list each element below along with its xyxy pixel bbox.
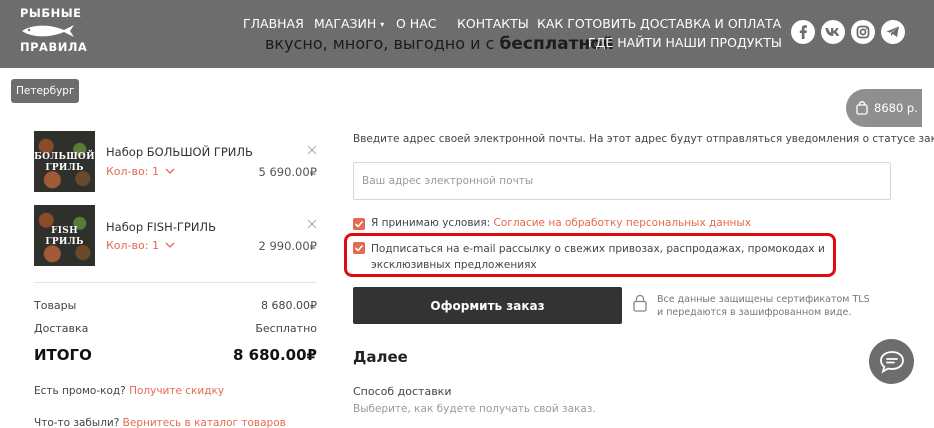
tls-note: Все данные защищены сертификатом TLS и п… [657,293,870,319]
telegram-icon[interactable] [881,20,905,44]
terms-checkbox[interactable] [353,218,365,230]
next-section-title: Далее [353,348,408,366]
banner-text-before: вкусно, много, выгодно и с [265,34,500,53]
cart-item-name[interactable]: Набор БОЛЬШОЙ ГРИЛЬ [106,145,253,159]
delivery-value: Бесплатно [255,322,317,335]
chat-button[interactable] [869,339,914,384]
tls-line-1: Все данные защищены сертификатом TLS [657,294,870,305]
close-icon[interactable] [307,145,317,155]
logo-line2: ПРАВИЛА [20,40,88,54]
site-header: РЫБНЫЕ ПРАВИЛА вкусно, много, выгодно и … [0,0,934,68]
terms-text: Я принимаю условия: Согласие на обработк… [371,217,751,229]
nav-item-how-to-cook[interactable]: КАК ГОТОВИТЬ [537,16,636,31]
nav-item-delivery[interactable]: ДОСТАВКА И ОПЛАТА [640,16,781,31]
delivery-label: Доставка [34,322,89,335]
nav-item-where-to-find[interactable]: ГДЕ НАЙТИ НАШИ ПРОДУКТЫ [588,35,782,50]
email-note: Введите адрес своей электронной почты. Н… [353,133,934,145]
cart-item-qty[interactable]: Кол-во: 1 [106,239,175,252]
nav-item-shop-label: МАГАЗИН [314,16,377,31]
terms-label: Я принимаю условия: [371,217,494,229]
cart-item-qty-label: Кол-во: 1 [106,165,159,178]
cart-item-qty[interactable]: Кол-во: 1 [106,165,175,178]
product-image-caption-2: ГРИЛЬ [45,237,84,247]
total-label: ИТОГО [34,346,92,364]
catalog-link[interactable]: Вернитесь в каталог товаров [123,417,286,428]
place-order-button[interactable]: Оформить заказ [353,287,622,324]
delivery-method-hint: Выберите, как будете получать свой заказ… [353,403,596,415]
product-image-caption-1: БОЛЬШОЙ [34,152,95,162]
instagram-icon[interactable] [851,20,875,44]
facebook-icon[interactable] [791,20,815,44]
logo-line1: РЫБНЫЕ [20,6,82,20]
delivery-method-label: Способ доставки [353,385,452,398]
promo-code-line: Есть промо-код? Получите скидку [34,385,224,397]
forgot-question: Что-то забыли? [34,417,120,428]
vk-icon[interactable] [821,20,845,44]
cart-total-value: 8680 р. [874,101,918,115]
city-selector[interactable]: Петербург [11,79,80,103]
product-image[interactable]: БОЛЬШОЙ ГРИЛЬ [34,131,95,192]
shopping-bag-icon [856,101,868,115]
cart-item-price: 2 990.00₽ [258,239,317,253]
forgot-line: Что-то забыли? Вернитесь в каталог товар… [34,417,286,428]
promo-question: Есть промо-код? [34,385,126,397]
product-image-caption-1: FISH [51,226,78,236]
cart-item-qty-label: Кол-во: 1 [106,239,159,252]
chevron-down-icon [165,168,175,174]
terms-link[interactable]: Согласие на обработку персональных данны… [494,217,751,229]
fish-logo-icon [22,25,74,37]
nav-item-shop[interactable]: МАГАЗИН ▾ [314,16,384,31]
divider [34,282,317,283]
nav-item-home[interactable]: ГЛАВНАЯ [243,16,304,31]
subscribe-checkbox[interactable] [353,242,365,254]
cart-item-name[interactable]: Набор FISH-ГРИЛЬ [106,220,216,234]
cart-item-price: 5 690.00₽ [258,165,317,179]
chevron-down-icon: ▾ [380,20,385,29]
product-image-caption-2: ГРИЛЬ [45,163,84,173]
promo-banner-text: вкусно, много, выгодно и с бесплатной [265,34,614,54]
nav-item-contacts[interactable]: КОНТАКТЫ [457,16,529,31]
total-value: 8 680.00₽ [233,346,317,364]
promo-link[interactable]: Получите скидку [129,385,224,397]
logo[interactable]: РЫБНЫЕ ПРАВИЛА [20,4,87,60]
product-image[interactable]: FISH ГРИЛЬ [34,205,95,266]
tls-line-2: и передаются в зашифрованном виде. [657,307,852,318]
chevron-down-icon [165,242,175,248]
checkmark-icon [354,220,364,228]
subscribe-label: Подписаться на e-mail рассылку о свежих … [371,243,825,271]
nav-item-about[interactable]: О НАС [396,16,437,31]
chat-bubble-icon [879,350,904,373]
lock-icon [633,294,647,312]
email-field[interactable] [353,162,891,200]
goods-value: 8 680.00₽ [261,299,317,312]
cart-total-button[interactable]: 8680 р. [846,89,922,127]
close-icon[interactable] [307,219,317,229]
goods-label: Товары [34,299,77,312]
checkmark-icon [354,244,364,252]
